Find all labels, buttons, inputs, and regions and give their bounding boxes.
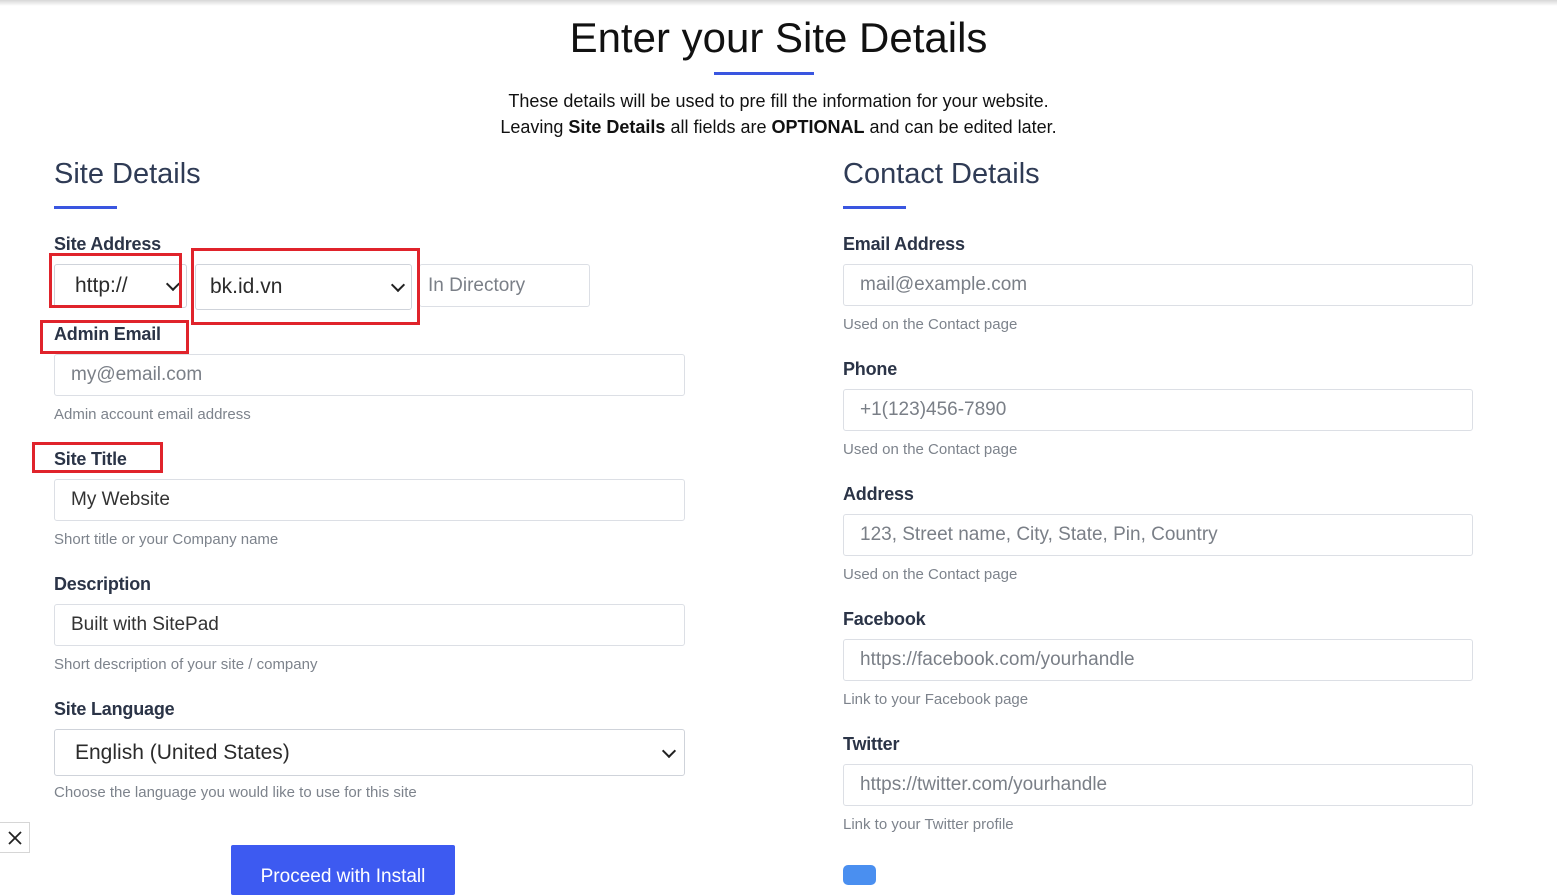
site-language-help: Choose the language you would like to us…	[54, 784, 417, 801]
protocol-select[interactable]: http://	[54, 264, 187, 308]
site-title-help: Short title or your Company name	[54, 531, 279, 548]
site-language-label: Site Language	[54, 699, 175, 719]
site-address-label: Site Address	[54, 234, 161, 254]
description-help: Short description of your site / company	[54, 656, 318, 673]
description-input[interactable]	[54, 604, 685, 646]
intro-line-1: These details will be used to pre fill t…	[508, 91, 1049, 111]
email-help: Used on the Contact page	[843, 316, 1018, 333]
page-title: Enter your Site Details	[569, 14, 988, 61]
proceed-install-button[interactable]: Proceed with Install	[231, 845, 455, 895]
site-title-label: Site Title	[54, 449, 127, 469]
site-language-value: English (United States)	[75, 740, 290, 764]
site-title-input[interactable]	[54, 479, 685, 521]
title-underline	[714, 72, 814, 75]
admin-email-help: Admin account email address	[54, 406, 251, 423]
address-input[interactable]	[843, 514, 1473, 556]
close-icon	[7, 830, 22, 845]
contact-details-underline	[843, 206, 906, 209]
twitter-label: Twitter	[843, 734, 900, 754]
facebook-label: Facebook	[843, 609, 926, 629]
phone-label: Phone	[843, 359, 898, 379]
contact-details-heading: Contact Details	[843, 158, 1040, 190]
intro-text: These details will be used to pre fill t…	[0, 88, 1557, 140]
facebook-input[interactable]	[843, 639, 1473, 681]
site-details-underline	[54, 206, 117, 209]
email-label: Email Address	[843, 234, 965, 254]
admin-email-label: Admin Email	[54, 324, 161, 344]
protocol-value: http://	[75, 274, 128, 297]
email-input[interactable]	[843, 264, 1473, 306]
facebook-help: Link to your Facebook page	[843, 691, 1029, 708]
top-shadow	[0, 0, 1557, 6]
address-help: Used on the Contact page	[843, 566, 1018, 583]
site-language-select[interactable]: English (United States)	[54, 729, 685, 776]
phone-help: Used on the Contact page	[843, 441, 1018, 458]
intro-line-2: Leaving Site Details all fields are OPTI…	[500, 117, 1057, 137]
phone-input[interactable]	[843, 389, 1473, 431]
directory-input[interactable]	[419, 264, 590, 307]
admin-email-input[interactable]	[54, 354, 685, 396]
chevron-down-icon	[165, 276, 181, 292]
address-label: Address	[843, 484, 914, 504]
description-label: Description	[54, 574, 151, 594]
chevron-down-icon	[661, 743, 677, 758]
twitter-help: Link to your Twitter profile	[843, 816, 1014, 833]
domain-select[interactable]: bk.id.vn	[195, 264, 412, 310]
site-details-heading: Site Details	[54, 158, 201, 190]
chat-widget-button[interactable]	[843, 865, 876, 885]
twitter-input[interactable]	[843, 764, 1473, 806]
close-button[interactable]	[0, 822, 30, 853]
domain-value: bk.id.vn	[210, 275, 283, 298]
chevron-down-icon	[390, 277, 406, 293]
